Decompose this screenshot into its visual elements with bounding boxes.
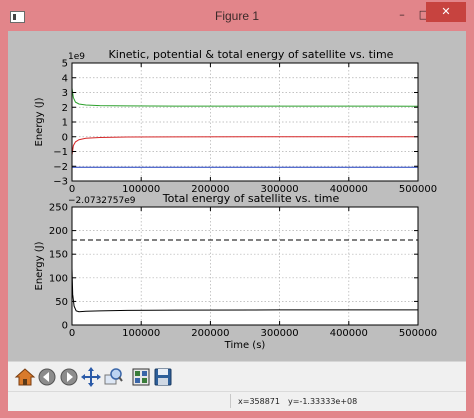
figure-client-area: 0 100000 200000 300000 400000 500000 −3 −2 −1 0 1 2… — [8, 31, 466, 411]
back-arrow-icon — [38, 368, 56, 386]
back-button[interactable] — [36, 366, 58, 388]
chart-1-x-tick-label: 100000 — [122, 328, 160, 339]
zoom-button[interactable] — [102, 366, 124, 388]
chart-1-y-tick-label: 200 — [49, 226, 68, 237]
chart-0-y-tick-label: 2 — [62, 103, 68, 114]
pan-button[interactable] — [80, 366, 102, 388]
save-icon — [154, 368, 172, 386]
subplots-icon — [132, 368, 150, 386]
chart-1-plot-background — [72, 207, 418, 325]
chart-1-y-tick-label: 0 — [62, 321, 68, 332]
chart-1-x-tick-label: 200000 — [191, 328, 229, 339]
cursor-x-readout: x=358871 — [238, 397, 280, 406]
zoom-icon — [104, 368, 123, 385]
chart-1-x-tick-label: 300000 — [261, 328, 299, 339]
close-button[interactable]: ✕ — [426, 2, 466, 22]
subplots-button[interactable] — [130, 366, 152, 388]
chart-1-y-tick-label: 100 — [49, 273, 68, 284]
chart-0-x-tick-label: 100000 — [122, 184, 160, 195]
pan-icon — [81, 367, 101, 387]
chart-1-x-tick-label: 400000 — [330, 328, 368, 339]
chart-0-x-tick-label: 0 — [69, 184, 75, 195]
forward-arrow-icon — [60, 368, 78, 386]
home-button[interactable] — [14, 366, 36, 388]
status-bar: x=358871 y=-1.33333e+08 — [8, 391, 466, 411]
chart-0-y-tick-label: −2 — [53, 162, 68, 173]
chart-1-y-tick-label: 150 — [49, 250, 68, 261]
home-icon — [14, 368, 36, 386]
chart-1-y-tick-label: 250 — [49, 203, 68, 214]
minimize-button[interactable]: – — [391, 6, 413, 24]
chart-0-x-tick-label: 500000 — [399, 184, 437, 195]
title-bar[interactable]: Figure 1 – □ ✕ — [0, 0, 474, 34]
chart-0-y-axis-label: Energy (J) — [34, 97, 45, 146]
figure-canvas[interactable]: 0 100000 200000 300000 400000 500000 −3 −2 −1 0 1 2… — [8, 31, 466, 361]
chart-1-title: Total energy of satellite vs. time — [162, 192, 340, 205]
chart-1-y-axis-label: Energy (J) — [34, 241, 45, 290]
save-button[interactable] — [152, 366, 174, 388]
navigation-toolbar — [8, 361, 466, 392]
chart-0-title: Kinetic, potential & total energy of sat… — [109, 48, 394, 61]
chart-0-offset-label: 1e9 — [68, 52, 85, 62]
chart-0-y-tick-label: −3 — [53, 177, 68, 188]
chart-0-y-tick-label: 3 — [62, 88, 68, 99]
chart-0-y-tick-label: −1 — [53, 147, 68, 158]
figure-window: Figure 1 – □ ✕ 0 100000 200000 300000 400000… — [0, 0, 474, 418]
chart-0-y-tick-label: 0 — [62, 132, 68, 143]
chart-0-y-tick-label: 4 — [62, 73, 68, 84]
cursor-y-readout: y=-1.33333e+08 — [288, 397, 358, 406]
chart-1-y-tick-label: 50 — [55, 297, 68, 308]
forward-button[interactable] — [58, 366, 80, 388]
chart-0-y-tick-label: 1 — [62, 118, 68, 129]
chart-1-offset-label: −2.0732757e9 — [68, 196, 136, 206]
chart-1-x-axis-label: Time (s) — [224, 340, 266, 351]
status-separator — [230, 394, 231, 408]
chart-1-x-tick-label: 0 — [69, 328, 75, 339]
chart-1-x-tick-label: 500000 — [399, 328, 437, 339]
